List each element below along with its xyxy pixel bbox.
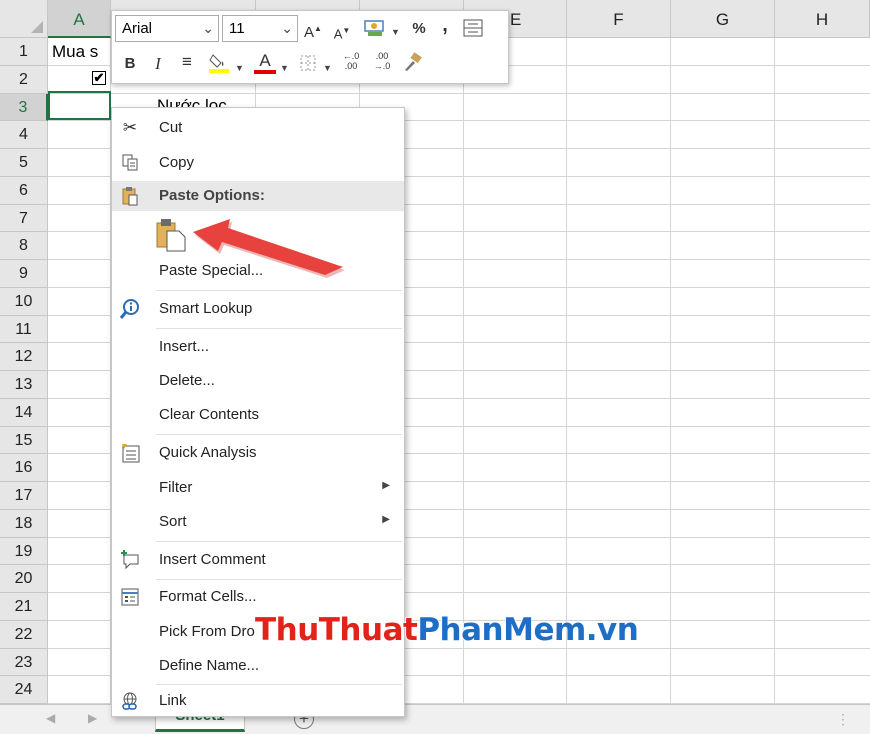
watermark-part2: PhanMem (417, 611, 588, 649)
watermark-part1: ThuThuat (254, 611, 418, 649)
watermark-logo: ThuThuatPhanMem.vn (254, 611, 640, 649)
watermark-part3: .vn (585, 611, 640, 649)
